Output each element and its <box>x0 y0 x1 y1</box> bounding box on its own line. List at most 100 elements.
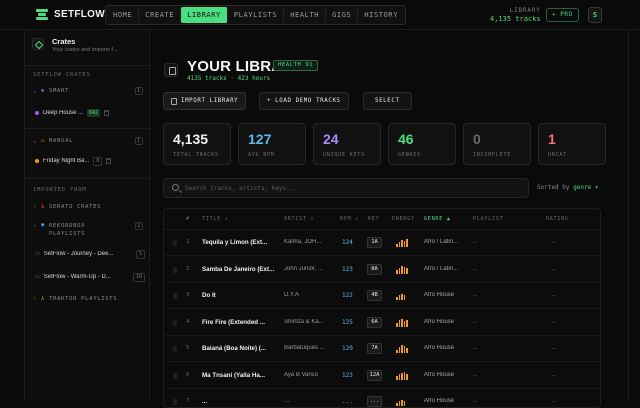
stat-card[interactable]: 1 UNCAT <box>538 123 606 165</box>
row-number: 2 <box>186 265 190 272</box>
track-rating[interactable]: — <box>552 398 556 405</box>
smart-group-count: 1 <box>135 87 143 95</box>
track-rating[interactable]: — <box>552 239 556 246</box>
drag-handle-icon[interactable] <box>173 346 177 352</box>
rekordbox-item[interactable]: ▭ SetFlow - Journey - Dee... 5 <box>35 247 145 261</box>
track-bpm: 125 <box>342 318 353 326</box>
manual-group-count: 1 <box>135 137 143 145</box>
track-artist: John Junior, ... <box>284 265 324 272</box>
col-rating-header[interactable]: RATING <box>546 216 569 222</box>
tab-history[interactable]: HISTORY <box>358 7 404 23</box>
folder-icon: ▭ <box>35 251 40 257</box>
drag-handle-icon[interactable] <box>173 293 177 299</box>
tab-health[interactable]: HEALTH <box>284 7 327 23</box>
load-demo-tracks-button[interactable]: + LOAD DEMO TRACKS <box>259 92 349 110</box>
stat-card[interactable]: 46 GENRES <box>388 123 456 165</box>
sorted-by-value: genre ▾ <box>573 184 599 191</box>
trash-icon[interactable] <box>104 110 110 116</box>
crate-item-label: Deep House ... <box>43 110 84 116</box>
rekordbox-item-label: SetFlow - Journey - Dee... <box>43 251 114 257</box>
table-row[interactable]: 1 Tequila y Limon (Ext... Kalma, JOH... 124… <box>164 230 600 256</box>
top-bar: SETFLOW HOME CREATE LIBRARY PLAYLISTS HEALTH… <box>0 0 640 30</box>
sort-selector[interactable]: Sorted by genre ▾ <box>537 184 598 191</box>
stat-card[interactable]: 24 UNIQUE KEYS <box>313 123 381 165</box>
search-input[interactable]: Search tracks, artists, keys... <box>163 178 529 198</box>
crate-track-count: 0 <box>93 156 103 166</box>
drag-handle-icon[interactable] <box>173 372 177 379</box>
track-key-badge: 7A <box>367 343 382 354</box>
track-key-badge: ... <box>367 396 382 407</box>
tab-create[interactable]: CREATE <box>139 7 182 23</box>
traktor-playlists-toggle[interactable]: › ⅄ TRAKTOR PLAYLISTS <box>33 296 143 302</box>
stat-card[interactable]: 4,135 TOTAL TRACKS <box>163 123 231 165</box>
app-logo[interactable]: SETFLOW <box>36 8 105 20</box>
crate-item-deep-house[interactable]: Deep House ... 642 <box>35 106 145 120</box>
track-artist: D.Y.A <box>284 292 299 298</box>
track-rating[interactable]: — <box>552 266 556 273</box>
smart-group-toggle[interactable]: ⌄ ✺ SMART 1 <box>33 87 143 95</box>
avatar[interactable]: S <box>588 7 602 23</box>
import-library-label: IMPORT LIBRARY <box>181 98 239 104</box>
tab-home[interactable]: HOME <box>107 7 140 23</box>
row-number: 4 <box>186 318 190 325</box>
track-title: Ma Tnsani (Yalla Ha... <box>202 371 265 379</box>
row-number: 5 <box>186 345 190 351</box>
stat-value: 1 <box>548 131 556 147</box>
stat-label: UNIQUE KEYS <box>323 152 365 158</box>
track-playlist: — <box>473 371 477 379</box>
track-key-badge: 6A <box>367 316 382 328</box>
drag-handle-icon[interactable] <box>173 266 177 273</box>
col-artist-header[interactable]: ARTIST ⇕ <box>284 216 314 222</box>
trash-icon[interactable] <box>106 158 112 164</box>
drag-handle-icon[interactable] <box>173 319 177 326</box>
table-row[interactable]: 5 Baianá (Boa Noite) (... Barbatuques ... 1… <box>164 336 600 362</box>
track-title: Fire Fire (Extended ... <box>202 318 265 326</box>
energy-bars-icon <box>396 371 408 380</box>
track-rating[interactable]: — <box>552 372 556 379</box>
table-row[interactable]: 3 Do It D.Y.A 122 4B Afro House — — <box>164 283 600 309</box>
manual-group-toggle[interactable]: ⌄ ▭ MANUAL 1 <box>33 137 143 145</box>
tab-gigs[interactable]: GIGS <box>326 7 359 23</box>
stat-card[interactable]: 127 AVG BPM <box>238 123 306 165</box>
table-row[interactable]: 7............ Afro House — — <box>164 389 600 407</box>
col-playlist-header[interactable]: PLAYLIST <box>473 216 503 222</box>
stat-value: 24 <box>323 131 339 147</box>
col-energy-header: ENERGY <box>392 216 415 222</box>
table-row[interactable]: 6 Ma Tnsani (Yalla Ha... Aya B Vanco 123 12A… <box>164 363 600 389</box>
stat-card[interactable]: 0 INCOMPLETE <box>463 123 531 165</box>
health-badge[interactable]: HEALTH 91 <box>273 60 319 71</box>
track-key-badge: 4B <box>367 290 382 301</box>
crate-item-label: Friday Night Ba... <box>43 158 90 164</box>
library-stats-line: 4135 tracks · 423 hours <box>187 75 270 82</box>
serato-crates-toggle[interactable]: › $ SERATO CRATES <box>33 204 143 210</box>
app-name: SETFLOW <box>54 8 105 20</box>
drag-handle-icon[interactable] <box>173 240 177 246</box>
tab-library[interactable]: LIBRARY <box>181 7 228 23</box>
smart-group-label: SMART <box>49 88 70 94</box>
crate-item-friday-night[interactable]: Friday Night Ba... 0 <box>35 154 145 168</box>
table-row[interactable]: 4 Fire Fire (Extended ... Shimza & Ka... 12… <box>164 310 600 336</box>
tab-playlists[interactable]: PLAYLISTS <box>228 7 285 23</box>
crate-color-dot <box>35 159 39 163</box>
col-bpm-header[interactable]: BPM ⇕ <box>340 216 359 222</box>
rekordbox-item-count: 10 <box>132 272 145 282</box>
crate-color-dot <box>35 111 39 115</box>
col-genre-header[interactable]: GENRE ▲ <box>424 216 451 222</box>
pro-badge[interactable]: ✦ PRO <box>546 8 579 22</box>
crates-subtitle: Your crates and imports f... <box>52 47 118 53</box>
track-bpm: 123 <box>342 265 353 273</box>
track-rating[interactable]: — <box>552 345 556 352</box>
select-button[interactable]: SELECT <box>363 92 412 110</box>
track-rating[interactable]: — <box>552 292 556 299</box>
right-panel-edge <box>628 30 640 400</box>
chevron-down-icon: ⌄ <box>33 138 38 144</box>
col-title-header[interactable]: TITLE ⇕ <box>202 216 229 222</box>
stat-value: 127 <box>248 131 272 147</box>
table-row[interactable]: 2 Samba De Janeiro (Ext... John Junior, ..… <box>164 257 600 283</box>
rekordbox-icon: ◉ <box>41 222 46 228</box>
chevron-right-icon: › <box>33 204 38 210</box>
import-library-button[interactable]: IMPORT LIBRARY <box>163 92 247 110</box>
track-rating[interactable]: — <box>552 319 556 326</box>
rekordbox-item[interactable]: ▭ SetFlow - Warm-Up - D... 10 <box>35 270 145 284</box>
rekordbox-playlists-toggle[interactable]: ⌄ ◉ REKORDBOX PLAYLISTS 2 <box>33 222 143 238</box>
